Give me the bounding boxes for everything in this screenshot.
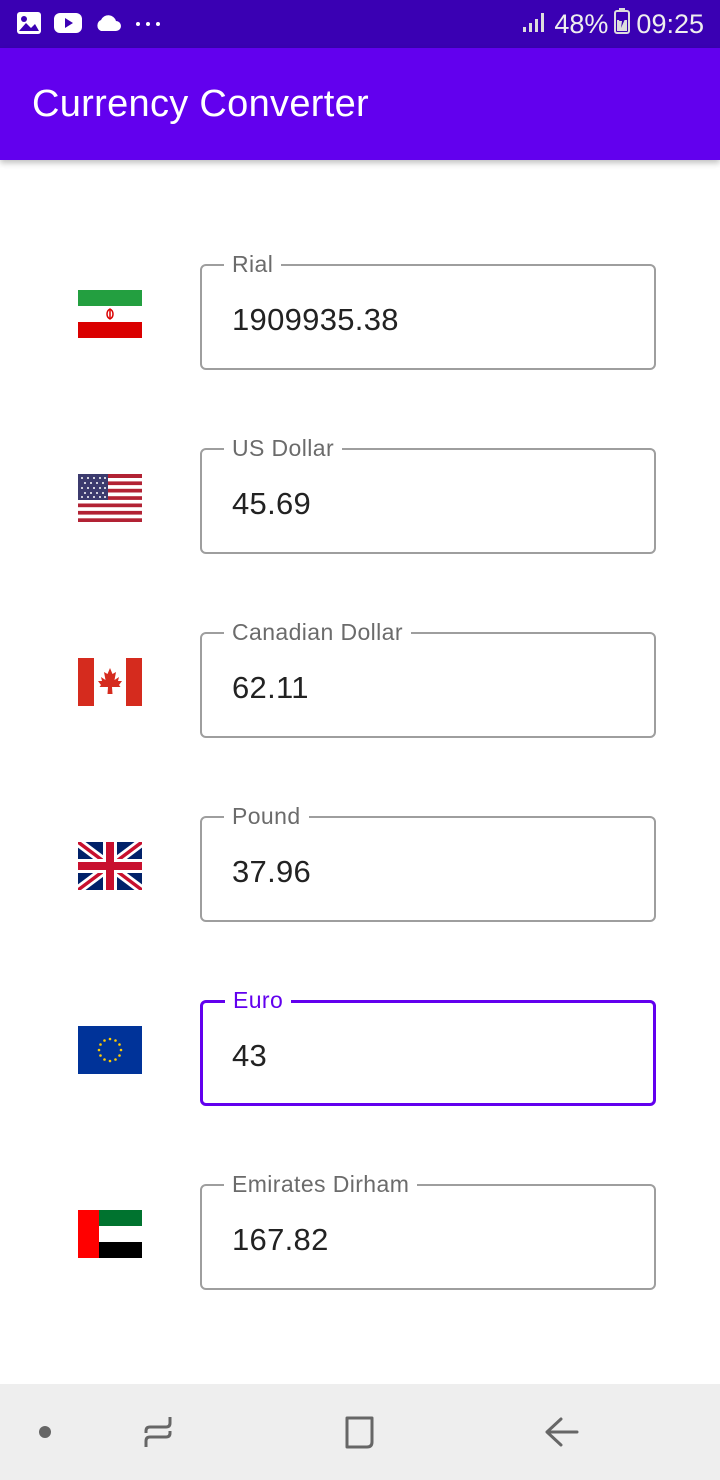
currency-row-pound: Pound 37.96 [0, 801, 720, 928]
home-icon[interactable] [335, 1408, 383, 1456]
emirates-dirham-value[interactable]: 167.82 [232, 1222, 329, 1258]
euro-field[interactable]: Euro 43 [200, 985, 656, 1106]
us-dollar-label: US Dollar [224, 433, 343, 463]
uk-flag-icon [78, 842, 142, 890]
recent-apps-icon[interactable] [134, 1408, 182, 1456]
currency-row-emirates-dirham: Emirates Dirham 167.82 [0, 1169, 720, 1296]
pound-value[interactable]: 37.96 [232, 854, 311, 890]
us-dollar-value[interactable]: 45.69 [232, 486, 311, 522]
rial-label: Rial [224, 249, 282, 279]
status-time: 09:25 [636, 8, 704, 39]
iran-flag-icon [78, 290, 142, 338]
rial-field[interactable]: Rial 1909935.38 [200, 249, 656, 370]
status-notifications [16, 10, 162, 40]
app-title: Currency Converter [32, 83, 369, 125]
app-bar: Currency Converter [0, 48, 720, 160]
more-dots-icon [134, 16, 162, 34]
currency-row-canadian-dollar: Canadian Dollar 62.11 [0, 617, 720, 744]
canadian-dollar-value[interactable]: 62.11 [232, 670, 309, 706]
uae-flag-icon [78, 1210, 142, 1258]
emirates-dirham-field[interactable]: Emirates Dirham 167.82 [200, 1169, 656, 1290]
eu-flag-icon [78, 1026, 142, 1074]
pound-label: Pound [224, 801, 309, 831]
navigation-bar [0, 1384, 720, 1480]
cloud-icon [94, 13, 122, 38]
canada-flag-icon [78, 658, 142, 706]
image-icon [16, 11, 42, 40]
currency-row-euro: Euro 43 [0, 985, 720, 1112]
usa-flag-icon [78, 474, 142, 522]
signal-icon [522, 9, 548, 40]
battery-percent: 48% [554, 8, 609, 39]
youtube-icon [54, 12, 82, 39]
us-dollar-field[interactable]: US Dollar 45.69 [200, 433, 656, 554]
canadian-dollar-field[interactable]: Canadian Dollar 62.11 [200, 617, 656, 738]
rial-value[interactable]: 1909935.38 [232, 302, 399, 338]
battery-icon [614, 7, 631, 41]
currency-row-us-dollar: US Dollar 45.69 [0, 433, 720, 560]
canadian-dollar-label: Canadian Dollar [224, 617, 411, 647]
back-icon[interactable] [537, 1408, 585, 1456]
nav-dot-icon[interactable] [21, 1408, 69, 1456]
emirates-dirham-label: Emirates Dirham [224, 1169, 418, 1199]
currency-row-rial: Rial 1909935.38 [0, 249, 720, 376]
status-bar: 48% 09:25 [0, 0, 720, 48]
pound-field[interactable]: Pound 37.96 [200, 801, 656, 922]
euro-value[interactable]: 43 [232, 1038, 267, 1074]
euro-label: Euro [225, 985, 292, 1015]
status-system: 48% 09:25 [522, 0, 704, 48]
